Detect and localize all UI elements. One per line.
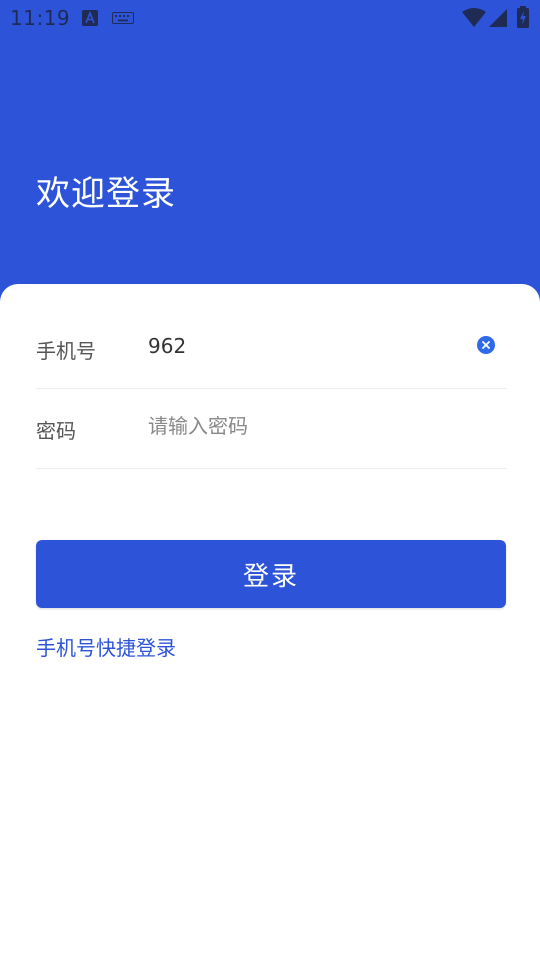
password-field-row: 密码 xyxy=(36,388,506,469)
clear-phone-button[interactable] xyxy=(477,336,495,354)
password-input[interactable] xyxy=(148,408,468,444)
phone-field-row: 手机号 xyxy=(36,308,506,389)
page-title: 欢迎登录 xyxy=(36,174,176,214)
cell-signal-icon xyxy=(489,9,507,27)
status-time: 11:19 xyxy=(10,6,71,30)
keyboard-icon xyxy=(112,12,134,24)
clear-circle-icon xyxy=(482,341,490,349)
wifi-icon xyxy=(462,8,486,27)
status-bar: 11:19 xyxy=(0,0,540,36)
phone-input[interactable] xyxy=(148,328,468,364)
font-a-icon xyxy=(82,10,98,26)
login-card: 手机号 密码 登录 手机号快捷登录 xyxy=(0,284,540,960)
password-label: 密码 xyxy=(36,419,76,443)
login-button[interactable]: 登录 xyxy=(36,540,506,608)
phone-quick-login-link[interactable]: 手机号快捷登录 xyxy=(36,632,176,661)
phone-label: 手机号 xyxy=(36,339,96,363)
login-screen: 11:19 欢迎登录 手机号 962 密码 登录 手机号快捷登录 xyxy=(0,0,540,960)
battery-charging-icon xyxy=(517,6,529,28)
